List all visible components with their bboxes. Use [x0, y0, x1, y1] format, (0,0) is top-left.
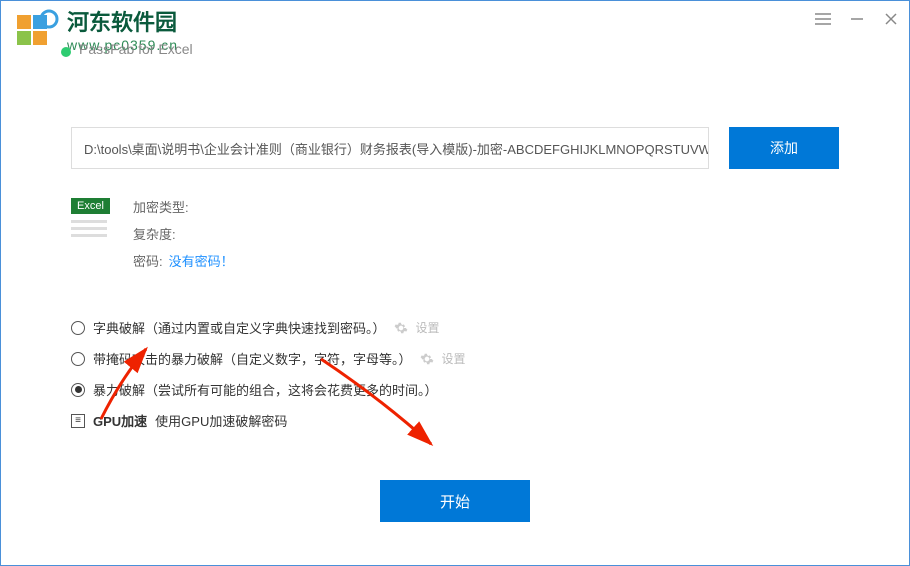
gpu-label: GPU加速: [93, 411, 147, 430]
settings-link[interactable]: 设置: [442, 350, 466, 367]
app-title: PassFab for Excel: [79, 41, 193, 57]
option-bruteforce-label: 暴力破解（尝试所有可能的组合，这将会花费更多的时间。）: [93, 380, 438, 399]
gear-icon[interactable]: [394, 321, 408, 335]
file-info: Excel 加密类型: 复杂度: 密码: 没有密码！: [71, 197, 839, 270]
option-dictionary[interactable]: 字典破解（通过内置或自定义字典快速找到密码。） 设置: [71, 318, 839, 337]
gpu-desc: 使用GPU加速破解密码: [155, 411, 287, 430]
attack-options: 字典破解（通过内置或自定义字典快速找到密码。） 设置 带掩码攻击的暴力破解（自定…: [71, 318, 839, 430]
main-content: D:\tools\桌面\说明书\企业会计准则（商业银行）财务报表(导入模版)-加…: [1, 57, 909, 522]
minimize-button[interactable]: [847, 9, 867, 29]
window-controls: [813, 9, 901, 29]
complexity-label: 复杂度:: [133, 224, 176, 243]
excel-badge: Excel: [71, 198, 110, 214]
file-meta: 加密类型: 复杂度: 密码: 没有密码！: [133, 197, 234, 270]
watermark-brand: 河东软件园: [67, 5, 178, 37]
menu-button[interactable]: [813, 9, 833, 29]
file-path-row: D:\tools\桌面\说明书\企业会计准则（商业银行）财务报表(导入模版)-加…: [71, 127, 839, 169]
encrypt-type-label: 加密类型:: [133, 197, 189, 216]
password-value: 没有密码！: [169, 251, 234, 270]
gpu-checkbox[interactable]: ≡: [71, 414, 85, 428]
gpu-option[interactable]: ≡ GPU加速 使用GPU加速破解密码: [71, 411, 839, 430]
password-label: 密码:: [133, 251, 163, 270]
start-button[interactable]: 开始: [380, 480, 530, 522]
file-path-value: D:\tools\桌面\说明书\企业会计准则（商业银行）财务报表(导入模版)-加…: [84, 139, 709, 158]
titlebar: 河东软件园 www.pc0359.cn PassFab for Excel: [1, 1, 909, 57]
radio-bruteforce[interactable]: [71, 383, 85, 397]
option-dictionary-label: 字典破解（通过内置或自定义字典快速找到密码。）: [93, 318, 386, 337]
radio-mask[interactable]: [71, 352, 85, 366]
status-dot: [61, 47, 71, 57]
radio-dictionary[interactable]: [71, 321, 85, 335]
close-button[interactable]: [881, 9, 901, 29]
add-button[interactable]: 添加: [729, 127, 839, 169]
file-path-input[interactable]: D:\tools\桌面\说明书\企业会计准则（商业银行）财务报表(导入模版)-加…: [71, 127, 709, 169]
app-window: 河东软件园 www.pc0359.cn PassFab for Excel D:…: [0, 0, 910, 566]
option-mask-label: 带掩码攻击的暴力破解（自定义数字，字符，字母等。）: [93, 349, 412, 368]
settings-link[interactable]: 设置: [416, 319, 440, 336]
file-type-icon: Excel: [71, 197, 115, 270]
gear-icon[interactable]: [420, 352, 434, 366]
option-mask[interactable]: 带掩码攻击的暴力破解（自定义数字，字符，字母等。） 设置: [71, 349, 839, 368]
option-bruteforce[interactable]: 暴力破解（尝试所有可能的组合，这将会花费更多的时间。）: [71, 380, 839, 399]
logo-icon: [11, 5, 59, 53]
